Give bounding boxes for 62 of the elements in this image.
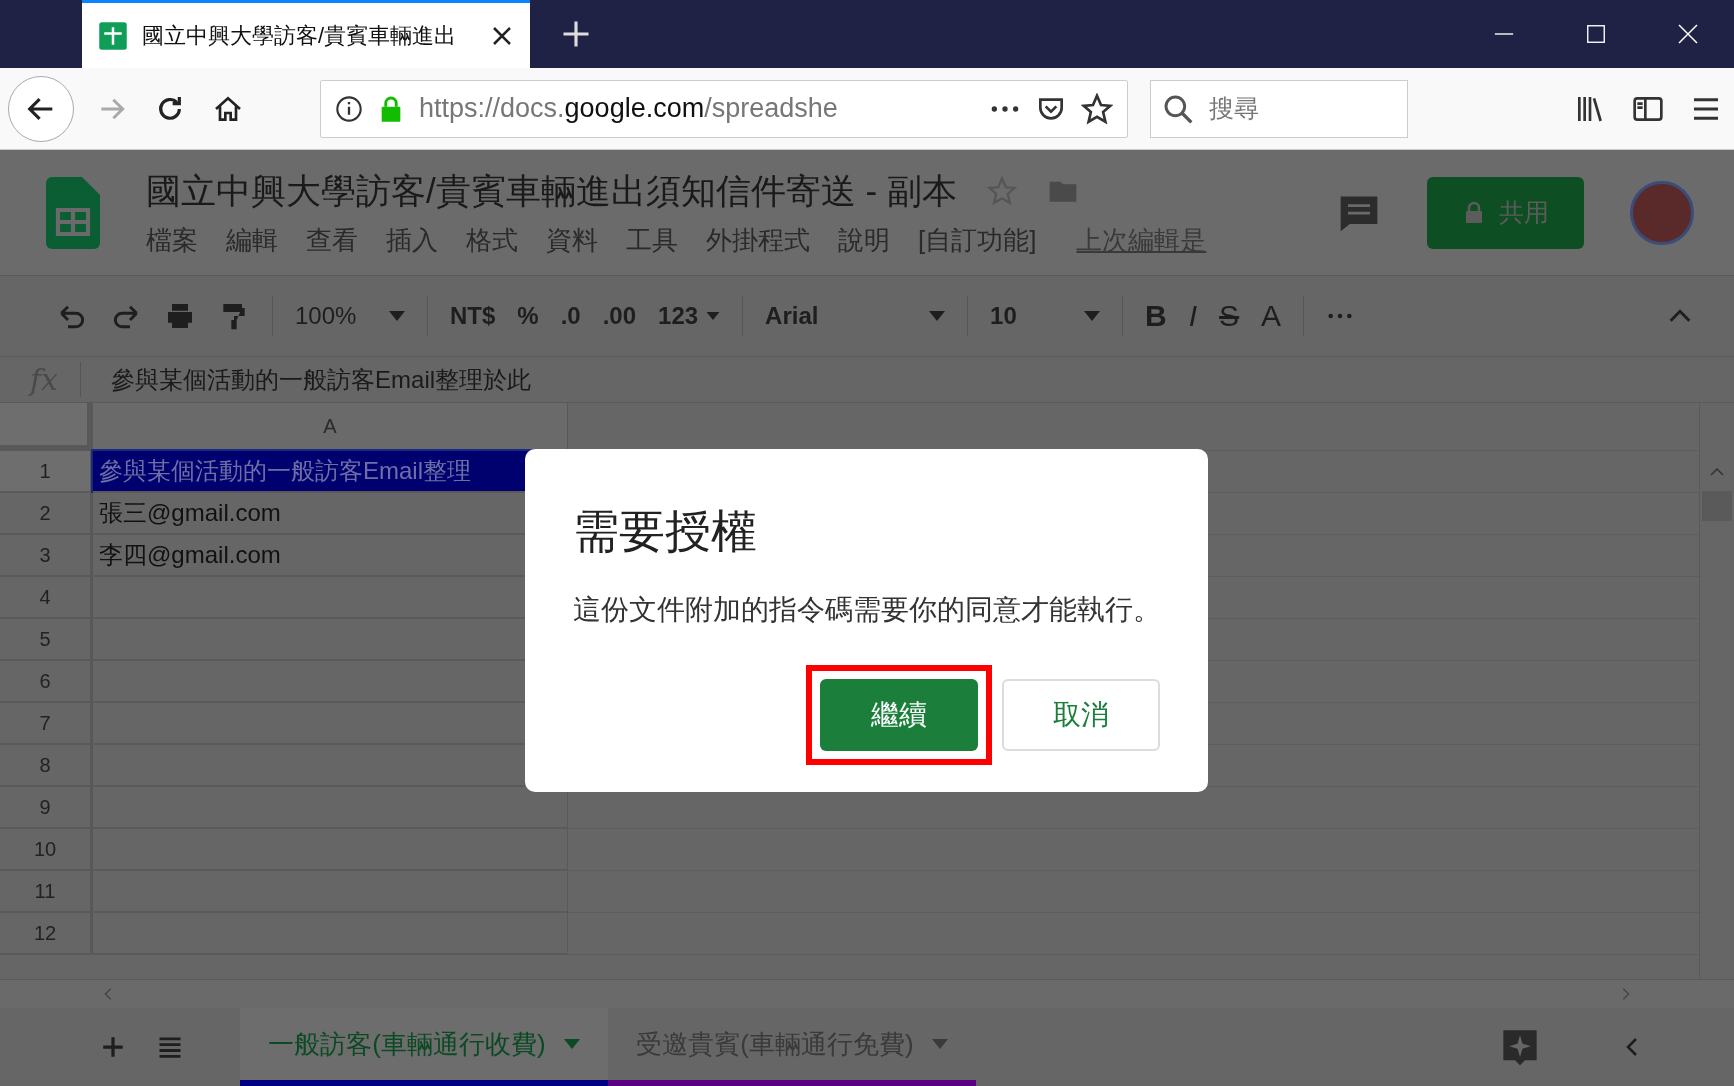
menu-item[interactable]: 插入: [386, 222, 438, 258]
menu-item[interactable]: 說明: [838, 222, 890, 258]
row-number[interactable]: 11: [0, 871, 93, 913]
row-number[interactable]: 4: [0, 577, 93, 619]
text-color-button[interactable]: A: [1261, 299, 1282, 333]
currency-format-button[interactable]: NT$: [450, 302, 496, 330]
row-number[interactable]: 9: [0, 787, 93, 829]
menu-item[interactable]: 檔案: [146, 222, 198, 258]
percent-format-button[interactable]: %: [517, 302, 539, 330]
tab-title: 國立中興大學訪客/貴賓車輛進出: [142, 21, 458, 50]
decrease-decimal-button[interactable]: .0: [560, 302, 581, 330]
share-button[interactable]: 共用: [1427, 176, 1584, 249]
add-sheet-icon[interactable]: [100, 1034, 126, 1060]
close-window-icon[interactable]: [1676, 22, 1700, 46]
caret-icon: [389, 311, 405, 321]
menu-item[interactable]: [自訂功能]: [918, 222, 1037, 258]
row-number[interactable]: 7: [0, 703, 93, 745]
maximize-icon[interactable]: [1585, 23, 1607, 45]
caret-icon: [929, 311, 946, 321]
search-field[interactable]: 搜尋: [1150, 79, 1408, 138]
formula-field[interactable]: 參與某個活動的一般訪客Email整理於此: [111, 363, 532, 396]
address-field[interactable]: https://docs.google.com/spreadshe: [320, 79, 1128, 138]
cancel-button[interactable]: 取消: [1002, 679, 1160, 751]
row-number[interactable]: 1: [0, 451, 93, 493]
menu-item[interactable]: 資料: [546, 222, 598, 258]
font-size-dropdown[interactable]: 10: [990, 302, 1101, 330]
zoom-dropdown[interactable]: 100%: [295, 302, 405, 330]
number-format-dropdown[interactable]: 123: [658, 302, 721, 330]
increase-decimal-button[interactable]: .00: [602, 302, 637, 330]
bold-button[interactable]: B: [1145, 299, 1167, 333]
row-number[interactable]: 8: [0, 745, 93, 787]
row-number[interactable]: 10: [0, 829, 93, 871]
sheets-logo-icon: [46, 176, 100, 249]
caret-icon: [563, 1039, 580, 1049]
menu-item[interactable]: 編輯: [226, 222, 278, 258]
spreadsheet-icon: [98, 20, 128, 51]
caret-icon: [931, 1039, 948, 1049]
document-title[interactable]: 國立中興大學訪客/貴賓車輛進出須知信件寄送 - 副本: [146, 167, 957, 215]
column-header[interactable]: A: [93, 403, 568, 451]
caret-icon: [706, 312, 721, 320]
browser-tab[interactable]: 國立中興大學訪客/貴賓車輛進出: [82, 0, 530, 68]
row-number[interactable]: 6: [0, 661, 93, 703]
menu-item[interactable]: 格式: [466, 222, 518, 258]
info-icon[interactable]: [335, 94, 363, 123]
dialog-message: 這份文件附加的指令碼需要你的同意才能執行。: [573, 593, 1160, 627]
sheet-tab[interactable]: 一般訪客(車輛通行收費): [240, 1008, 608, 1086]
row-number[interactable]: 5: [0, 619, 93, 661]
row-number[interactable]: 3: [0, 535, 93, 577]
row-number[interactable]: 12: [0, 913, 93, 955]
menu-item[interactable]: 查看: [306, 222, 358, 258]
italic-button[interactable]: I: [1188, 299, 1198, 333]
continue-button[interactable]: 繼續: [820, 679, 978, 751]
dialog-title: 需要授權: [573, 505, 758, 559]
new-tab-icon[interactable]: [561, 19, 591, 49]
row-number[interactable]: 2: [0, 493, 93, 535]
url-text: https://docs.google.com/spreadshe: [419, 93, 839, 124]
strikethrough-button[interactable]: S: [1219, 299, 1240, 333]
menu-item[interactable]: 外掛程式: [706, 222, 810, 258]
caret-icon: [1084, 311, 1101, 321]
font-dropdown[interactable]: Arial: [765, 302, 946, 330]
menu-item[interactable]: 工具: [626, 222, 678, 258]
star-icon[interactable]: [1081, 92, 1113, 125]
